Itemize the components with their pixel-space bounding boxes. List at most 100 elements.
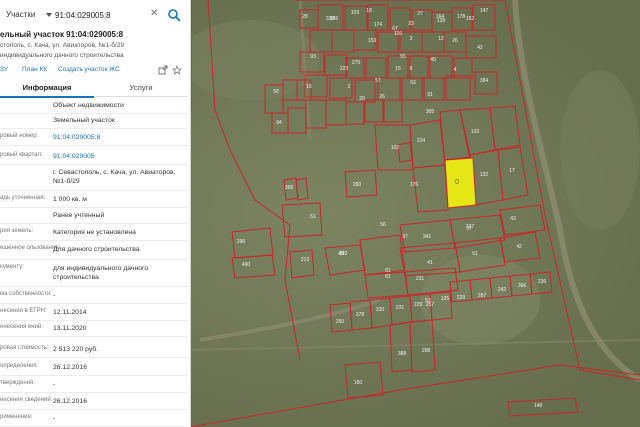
- star-icon[interactable]: [172, 65, 182, 75]
- parcel-number-label: 229: [414, 302, 423, 308]
- parcel-number-label: 236: [538, 279, 547, 285]
- parcel-number-label: 17: [509, 168, 515, 174]
- property-info-panel: Участки ✕ ельный участок 91:04:029005:8 …: [0, 0, 191, 427]
- info-row: ровая стоимость: 2 513 220 руб.: [0, 343, 188, 358]
- info-row: ешенное ользование: Для дачного строитель…: [0, 243, 188, 260]
- parcel-number-label: 366: [518, 283, 527, 289]
- parcel-number-label: 91: [427, 92, 433, 98]
- info-row: несения в ЕГРН: 12.11.2014: [0, 306, 188, 321]
- parcel-number-label: 275: [352, 60, 361, 66]
- parcel-number-label: 49: [430, 57, 436, 63]
- info-row: определения: 26.12.2016: [0, 361, 188, 376]
- parcel-number-label: 51: [310, 214, 316, 220]
- info-row: ровый квартал: 91:04:029005: [0, 150, 188, 165]
- property-address: стополь, с. Кача, ул. Авиаторов, №1-б/29: [0, 42, 125, 49]
- parcel-number-label: 12: [438, 36, 444, 42]
- property-kind: индивидуального дачного строительства: [0, 52, 124, 59]
- info-row: Объект недвижимости: [0, 99, 188, 114]
- info-row: тверждения: -: [0, 378, 188, 393]
- parcel-number-label: 29: [359, 96, 365, 102]
- property-title: ельный участок 91:04:029005:8: [0, 30, 124, 39]
- map-zoom-controls[interactable]: [620, 4, 636, 34]
- parcel-number-label: 330: [376, 307, 385, 313]
- parcel-number-label: 296: [237, 239, 246, 245]
- parcel-number-label: 23: [408, 21, 414, 27]
- parcel-number-label: 341: [423, 234, 432, 240]
- parcel-number-label: 3: [410, 36, 413, 42]
- parcel-number-label: 368: [285, 185, 294, 191]
- parcel-number-label: 160: [354, 380, 363, 386]
- search-type-label: Участки: [6, 10, 36, 19]
- info-row: Ранее учтенный: [0, 209, 188, 224]
- parcel-number-label: 132: [480, 172, 489, 178]
- parcel-number-label: 388: [398, 351, 407, 357]
- search-bar: Участки ✕: [0, 4, 188, 26]
- parcel-number-label: 57: [375, 78, 381, 84]
- parcel-number-label: 16: [306, 84, 312, 90]
- clear-icon[interactable]: ✕: [150, 8, 158, 19]
- parcel-number-label: 61: [385, 274, 391, 280]
- parcel-number-label: 133: [471, 129, 480, 135]
- parcel-number-label: 305: [426, 109, 435, 115]
- parcel-number-label: 18: [366, 8, 372, 14]
- parcel-number-label: 148: [534, 403, 543, 409]
- parcel-number-label: 102: [391, 145, 400, 151]
- parcel-number-label: 153: [368, 38, 377, 44]
- info-row: енесения ений: 13.11.2020: [0, 322, 188, 337]
- parcel-number-label: 43: [510, 216, 516, 222]
- parcel-number-label: 4: [454, 67, 457, 73]
- parcel-number-label: 338: [326, 16, 335, 22]
- parcel-number-label: 0: [455, 179, 459, 186]
- parcel-number-label: 63: [410, 80, 416, 86]
- parcel-number-label: 27: [417, 11, 423, 17]
- parcel-number-label: 125: [441, 296, 450, 302]
- parcel-number-label: 224: [417, 138, 426, 144]
- parcel-number-label: 208: [422, 348, 431, 354]
- parcel-number-label: 147: [480, 8, 489, 14]
- parcel-number-label: 55: [400, 54, 406, 60]
- zu-link[interactable]: ЗУ: [0, 66, 8, 73]
- info-row: рия земель: Категория не установлена: [0, 226, 188, 241]
- parcel-number-label: 67: [392, 26, 398, 32]
- parcel-number-label: 267: [478, 293, 487, 299]
- parcel-number-label: 242: [498, 287, 507, 293]
- tab-services[interactable]: Услуги: [94, 80, 188, 96]
- parcel-number-label: 384: [480, 78, 489, 84]
- parcel-number-label: 260: [353, 182, 362, 188]
- parcel-number-label: 103: [351, 10, 360, 16]
- parcel-number-label: 257: [426, 302, 435, 308]
- parcel-number-label: 94: [276, 120, 282, 126]
- tab-info[interactable]: Информация: [0, 80, 94, 98]
- create-zs-link[interactable]: Создать участок ЖС: [58, 66, 120, 73]
- parcel-number-label: 176: [410, 182, 419, 188]
- parcel-number-label: 28: [302, 14, 308, 20]
- parcel-number-label: 26: [379, 94, 385, 100]
- parcel-number-label: 2: [348, 84, 351, 90]
- parcel-number-label: 337: [466, 224, 475, 230]
- parcel-number-label: 250: [336, 319, 345, 325]
- share-icon[interactable]: [158, 65, 168, 75]
- plan-kk-link[interactable]: План КК: [22, 66, 47, 73]
- search-type-select[interactable]: Участки: [6, 7, 52, 23]
- info-row: несения сведений: 26.12.2016: [0, 395, 188, 410]
- parcel-number-label: 61: [472, 251, 478, 257]
- parcel-number-label: 41: [427, 260, 433, 266]
- info-row: рименения: -: [0, 412, 188, 427]
- parcel-number-label: 42: [516, 244, 522, 250]
- parcel-number-label: 56: [380, 222, 386, 228]
- parcel-number-label: 8: [410, 66, 413, 72]
- info-tabs: Информация Услуги: [0, 80, 188, 98]
- parcel-number-label: 223: [340, 66, 349, 72]
- parcel-number-label: 26: [452, 38, 458, 44]
- parcel-number-label: 178: [457, 14, 466, 20]
- parcel-number-label: 229: [457, 295, 466, 301]
- search-input[interactable]: [55, 6, 145, 24]
- parcel-number-label: 152: [466, 16, 475, 22]
- info-row: кументу: для индивидуального дачного стро…: [0, 262, 188, 287]
- search-icon[interactable]: [167, 8, 181, 22]
- info-row: ровый номер: 91:04:029005:8: [0, 131, 188, 146]
- parcel-number-label: 37: [402, 234, 408, 240]
- parcel-number-label: 293: [339, 251, 348, 257]
- chevron-down-icon: [46, 13, 52, 17]
- info-row: г. Севастополь, с. Кача, ул. Авиаторов, …: [0, 166, 188, 191]
